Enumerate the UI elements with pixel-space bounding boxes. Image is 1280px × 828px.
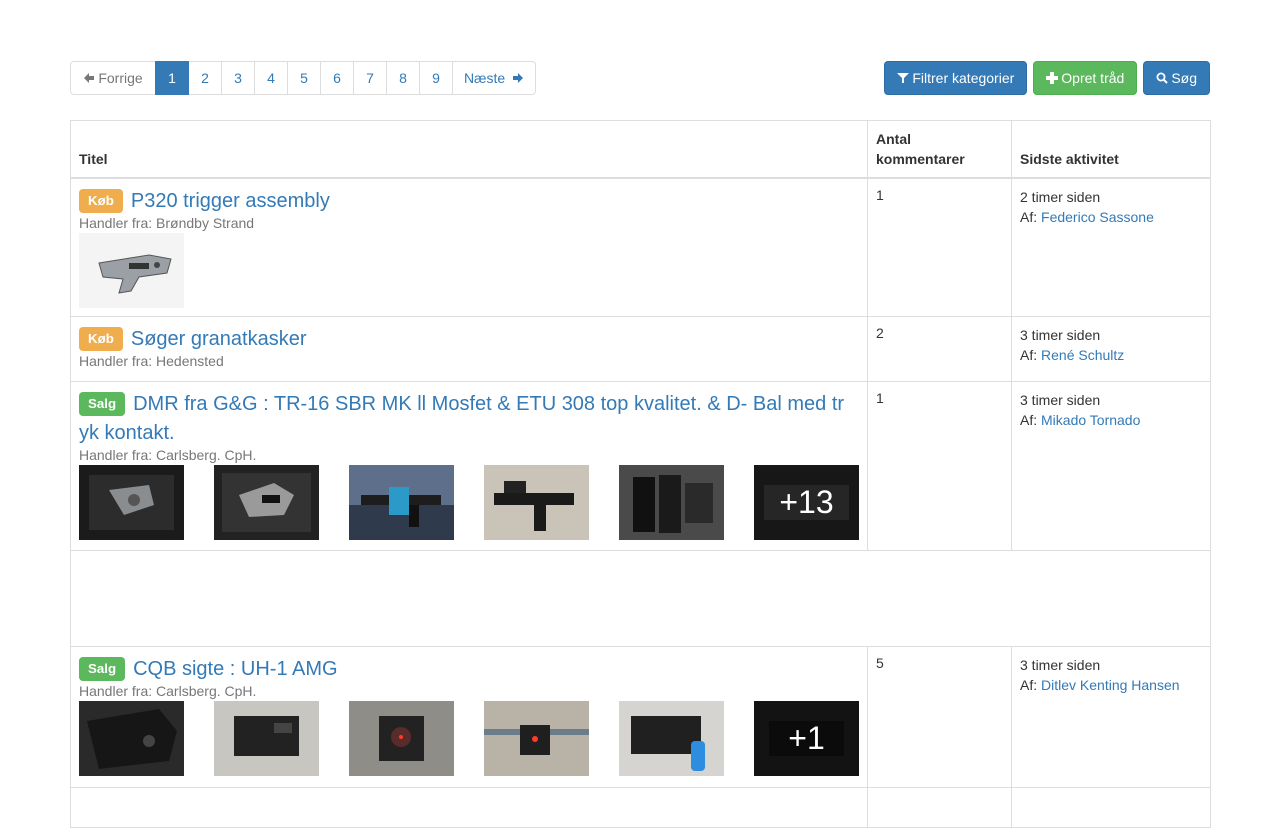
ad-placeholder <box>70 550 1211 647</box>
thread-cell: Køb Søger granatkasker Handler fra: Heden… <box>70 316 868 382</box>
thread-title-link[interactable]: Søger granatkasker <box>131 328 307 350</box>
comments-count <box>867 787 1012 828</box>
thread-title-link[interactable]: P320 trigger assembly <box>131 190 330 212</box>
activity-cell: 2 timer siden Af: Federico Sassone <box>1011 177 1211 317</box>
author-prefix: Af: <box>1020 209 1038 225</box>
threads-table: Titel Antal kommentarer Sidste aktivitet… <box>70 120 1211 828</box>
comments-count: 2 <box>867 316 1012 382</box>
search-label: Søg <box>1171 70 1197 86</box>
table-header-row: Titel Antal kommentarer Sidste aktivitet <box>70 120 1211 179</box>
thread-thumbnail[interactable] <box>349 701 454 776</box>
table-row: Salg CQB sigte : UH-1 AMG Handler fra: Ca… <box>70 646 1211 788</box>
author-prefix: Af: <box>1020 347 1038 363</box>
page-6[interactable]: 6 <box>320 61 354 95</box>
author-prefix: Af: <box>1020 412 1038 428</box>
thread-thumbnail[interactable] <box>619 701 724 776</box>
activity-time: 2 timer siden <box>1020 189 1101 205</box>
dealer-location: Handler fra: Carlsberg. CpH. <box>79 683 257 699</box>
filter-icon <box>897 73 910 83</box>
page-1[interactable]: 1 <box>155 61 189 95</box>
activity-cell <box>1011 787 1211 828</box>
author-link[interactable]: Federico Sassone <box>1041 209 1154 225</box>
header-comments[interactable]: Antal kommentarer <box>867 120 1012 179</box>
table-row: Salg DMR fra G&G : TR-16 SBR MK ll Mosfet… <box>70 381 1211 551</box>
thread-thumbnail[interactable] <box>214 465 319 540</box>
thread-thumbnail[interactable]: +1 <box>754 701 859 776</box>
search-icon <box>1156 72 1169 84</box>
plus-icon <box>1046 72 1059 84</box>
tag-badge: Salg <box>79 657 126 681</box>
thread-title-link[interactable]: CQB sigte : UH-1 AMG <box>133 658 338 680</box>
thread-thumbnail[interactable] <box>349 465 454 540</box>
comments-count: 5 <box>867 646 1012 788</box>
toolbar: Forrige 1 2 3 4 5 6 7 8 9 Næste Filtrer … <box>70 61 1210 95</box>
page-4[interactable]: 4 <box>254 61 288 95</box>
activity-cell: 3 timer siden Af: Ditlev Kenting Hansen <box>1011 646 1211 788</box>
filter-label: Filtrer kategorier <box>912 70 1015 86</box>
next-page-button[interactable]: Næste <box>452 61 536 95</box>
arrow-left-icon <box>84 73 95 83</box>
activity-cell: 3 timer siden Af: Mikado Tornado <box>1011 381 1211 551</box>
activity-time: 3 timer siden <box>1020 392 1101 408</box>
tag-badge: Køb <box>79 327 123 351</box>
more-images-badge[interactable]: +13 <box>754 465 859 540</box>
prev-label: Forrige <box>98 70 143 86</box>
activity-cell: 3 timer siden Af: René Schultz <box>1011 316 1211 382</box>
more-images-badge[interactable]: +1 <box>754 701 859 776</box>
dealer-location: Handler fra: Brøndby Strand <box>79 215 255 231</box>
thread-cell <box>70 787 868 828</box>
thread-thumbnail[interactable] <box>619 465 724 540</box>
author-prefix: Af: <box>1020 677 1038 693</box>
dealer-location: Handler fra: Hedensted <box>79 353 224 369</box>
author-link[interactable]: Mikado Tornado <box>1041 412 1140 428</box>
thread-thumbnail[interactable] <box>79 701 184 776</box>
create-thread-button[interactable]: Opret tråd <box>1033 61 1138 95</box>
thread-thumbnail[interactable] <box>484 465 589 540</box>
thread-cell: Salg CQB sigte : UH-1 AMG Handler fra: Ca… <box>70 646 868 788</box>
author-link[interactable]: René Schultz <box>1041 347 1124 363</box>
arrow-right-icon <box>513 73 524 83</box>
filter-categories-button[interactable]: Filtrer kategorier <box>884 61 1028 95</box>
search-button[interactable]: Søg <box>1143 61 1210 95</box>
thread-cell: Køb P320 trigger assembly Handler fra: Br… <box>70 177 868 317</box>
table-row: Køb P320 trigger assembly Handler fra: Br… <box>70 177 1211 317</box>
prev-page-button[interactable]: Forrige <box>70 61 156 95</box>
ad-placeholder-row <box>70 550 1211 647</box>
tag-badge: Salg <box>79 392 126 416</box>
page-2[interactable]: 2 <box>188 61 222 95</box>
thread-title-link[interactable]: DMR fra G&G : TR-16 SBR MK ll Mosfet & E… <box>79 393 844 444</box>
activity-time: 3 timer siden <box>1020 657 1101 673</box>
activity-time: 3 timer siden <box>1020 327 1101 343</box>
page-7[interactable]: 7 <box>353 61 387 95</box>
pagination: Forrige 1 2 3 4 5 6 7 8 9 Næste <box>70 61 536 95</box>
comments-count: 1 <box>867 177 1012 317</box>
thread-thumbnail[interactable] <box>79 465 184 540</box>
tag-badge: Køb <box>79 189 123 213</box>
table-row: Køb Søger granatkasker Handler fra: Heden… <box>70 316 1211 382</box>
next-label: Næste <box>463 70 506 86</box>
dealer-location: Handler fra: Carlsberg. CpH. <box>79 447 257 463</box>
thread-cell: Salg DMR fra G&G : TR-16 SBR MK ll Mosfet… <box>70 381 868 551</box>
author-link[interactable]: Ditlev Kenting Hansen <box>1041 677 1180 693</box>
page-9[interactable]: 9 <box>419 61 453 95</box>
header-title[interactable]: Titel <box>70 120 868 179</box>
page-5[interactable]: 5 <box>287 61 321 95</box>
page-3[interactable]: 3 <box>221 61 255 95</box>
comments-count: 1 <box>867 381 1012 551</box>
header-activity[interactable]: Sidste aktivitet <box>1011 120 1211 179</box>
thread-thumbnail[interactable] <box>214 701 319 776</box>
thread-thumbnail[interactable] <box>484 701 589 776</box>
action-buttons: Filtrer kategorier Opret tråd Søg <box>884 61 1210 95</box>
thread-thumbnail[interactable] <box>79 233 184 308</box>
page-8[interactable]: 8 <box>386 61 420 95</box>
thread-thumbnail[interactable]: +13 <box>754 465 859 540</box>
table-row <box>70 787 1211 828</box>
create-label: Opret tråd <box>1061 70 1125 86</box>
